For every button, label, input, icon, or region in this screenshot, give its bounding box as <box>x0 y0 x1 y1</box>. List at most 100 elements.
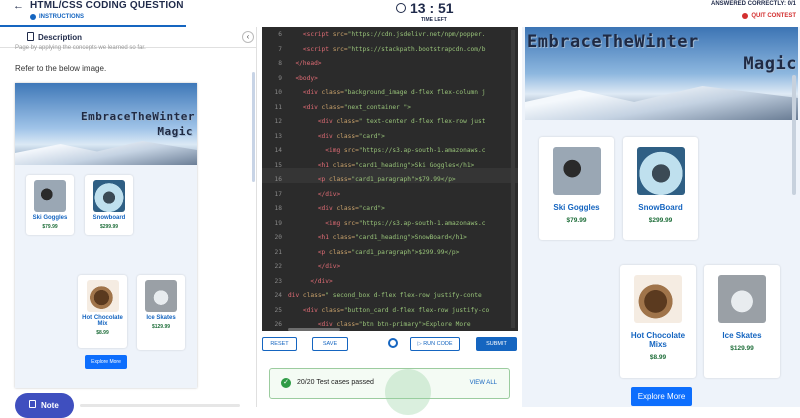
product-card: Ice Skates $129.99 <box>704 265 780 378</box>
view-all-link[interactable]: VIEW ALL <box>470 380 497 386</box>
line-number: 6 <box>278 31 282 38</box>
gear-icon[interactable] <box>388 338 398 348</box>
test-results-panel: ✓ 20/20 Test cases passed VIEW ALL <box>269 368 510 415</box>
code-attribute: class= <box>329 234 356 241</box>
code-string: "btn btn-primary">Explore More <box>358 321 471 328</box>
code-tag: <div <box>302 89 318 96</box>
code-tag: <img <box>325 219 341 227</box>
code-attribute: src= <box>340 219 359 227</box>
code-string: "https://cdn.jsdelivr.net/npm/popper. <box>347 31 486 38</box>
preview-scrollbar[interactable] <box>792 75 796 195</box>
ice-skates-image <box>145 280 177 312</box>
code-attribute: src= <box>328 31 348 38</box>
clipped-text: Page by applying the concepts we learned… <box>15 45 146 51</box>
card-price: $299.99 <box>99 224 119 230</box>
code-line[interactable]: 16 <p class="card1_paragraph">$79.99</p> <box>262 173 518 188</box>
code-line[interactable]: 13 <div class="card"> <box>262 130 518 145</box>
explore-more-button[interactable]: Explore More <box>631 387 692 406</box>
explore-more-button: Explore More <box>85 355 127 369</box>
line-number: 13 <box>274 132 282 140</box>
run-code-button[interactable]: ▷ RUN CODE <box>410 337 460 351</box>
product-card: Hot Chocolate Mix $8.99 <box>78 275 127 348</box>
code-line[interactable]: 17 </div> <box>262 188 518 203</box>
code-line[interactable]: 25 <div class="button_card d-flex flex-r… <box>262 304 518 319</box>
line-number: 21 <box>274 248 282 256</box>
line-number: 17 <box>274 190 282 198</box>
collapse-panel-button[interactable]: ‹ <box>242 31 254 43</box>
line-number: 8 <box>278 60 282 67</box>
code-line[interactable]: 19 <img src="https://s3.ap-south-1.amazo… <box>262 217 518 232</box>
scrollbar[interactable] <box>252 72 255 182</box>
code-attribute: class= <box>332 118 359 125</box>
code-string: "button_card d-flex flex-row justify-co <box>343 306 490 314</box>
code-attribute: class= <box>325 176 352 183</box>
code-line[interactable]: 8 </head> <box>262 57 518 72</box>
code-attribute: src= <box>328 45 348 53</box>
save-button[interactable]: SAVE <box>312 337 348 351</box>
code-line[interactable]: 18 <div class="card"> <box>262 202 518 217</box>
line-number: 9 <box>278 74 282 82</box>
note-button[interactable]: Note <box>15 393 74 418</box>
instructions-tab[interactable]: INSTRUCTIONS <box>30 14 84 20</box>
code-line[interactable]: 15 <h1 class="card1_heading">Ski Goggles… <box>262 159 518 174</box>
code-line[interactable]: 6 <script src="https://cdn.jsdelivr.net/… <box>262 28 518 43</box>
note-label: Note <box>41 401 59 410</box>
banner-heading-line2: Magic <box>157 125 193 138</box>
code-line[interactable]: 22 </div> <box>262 260 518 275</box>
product-card: Ski Goggles $79.99 <box>26 175 74 235</box>
line-number: 20 <box>274 234 282 241</box>
answered-correctly: ANSWERED CORRECTLY: 0/1 <box>710 1 796 7</box>
code-string: "https://s3.ap-south-1.amazonaws.c <box>358 147 486 154</box>
code-line[interactable]: 9 <body> <box>262 72 518 87</box>
code-line[interactable]: 20 <h1 class="card1_heading">SnowBoard</… <box>262 231 518 246</box>
code-tag: <div <box>317 205 333 212</box>
code-string: " second_box d-flex flex-row justify-con… <box>325 292 482 299</box>
code-tag: <script <box>302 45 329 53</box>
quit-contest-button[interactable]: QUIT CONTEST <box>742 13 796 19</box>
line-number: 15 <box>274 161 282 169</box>
code-string: "card1_heading">SnowBoard</h1> <box>355 234 467 241</box>
product-card: Ice Skates $129.99 <box>137 275 185 350</box>
code-tag: <div <box>317 132 333 140</box>
card-price: $79.99 <box>566 217 587 224</box>
snowboard-image <box>636 147 685 195</box>
card-title: Ice Skates <box>722 331 762 340</box>
code-editor[interactable]: 6 <script src="https://cdn.jsdelivr.net/… <box>262 27 518 331</box>
code-line[interactable]: 24 div class=" second_box d-flex flex-row… <box>262 289 518 304</box>
submit-button[interactable]: SUBMIT <box>476 337 517 351</box>
code-attribute: class= <box>329 161 356 169</box>
hot-chocolate-image <box>86 280 119 312</box>
reference-image: EmbraceTheWinter Magic Ski Goggles $79.9… <box>15 83 197 388</box>
code-tag: <script <box>302 31 329 38</box>
code-line[interactable]: 12 <div class=" text-center d-flex flex-… <box>262 115 518 130</box>
editor-horizontal-scrollbar[interactable] <box>288 328 340 331</box>
code-line[interactable]: 7 <script src="https://stackpath.bootstr… <box>262 43 518 58</box>
success-check-icon <box>385 369 431 415</box>
code-attribute: class= <box>332 205 359 212</box>
code-string: "next_container "> <box>343 103 411 111</box>
product-card: Ski Goggles $79.99 <box>539 137 614 240</box>
back-arrow-icon[interactable]: ← <box>13 0 24 12</box>
card-price: $8.99 <box>96 330 109 336</box>
output-preview: EmbraceTheWinter Magic Ski Goggles $79.9… <box>522 27 800 407</box>
code-tag: <div <box>317 118 333 125</box>
code-attribute: class= <box>325 248 352 256</box>
code-line[interactable]: 11 <div class="next_container "> <box>262 101 518 116</box>
code-line[interactable]: 14 <img src="https://s3.ap-south-1.amazo… <box>262 144 518 159</box>
line-number: 14 <box>274 147 282 154</box>
code-line[interactable]: 10 <div class="background_image d-flex f… <box>262 86 518 101</box>
code-tag: <div <box>302 306 318 314</box>
line-number: 25 <box>274 306 282 314</box>
banner-heading-line1: EmbraceTheWinter <box>81 110 195 123</box>
editor-scrollbar[interactable] <box>511 30 515 328</box>
reset-button[interactable]: RESET <box>262 337 297 351</box>
code-line[interactable]: 23 </div> <box>262 275 518 290</box>
code-line[interactable]: 21 <p class="card1_paragraph">$299.99</p… <box>262 246 518 261</box>
code-tag: <div <box>317 321 333 328</box>
